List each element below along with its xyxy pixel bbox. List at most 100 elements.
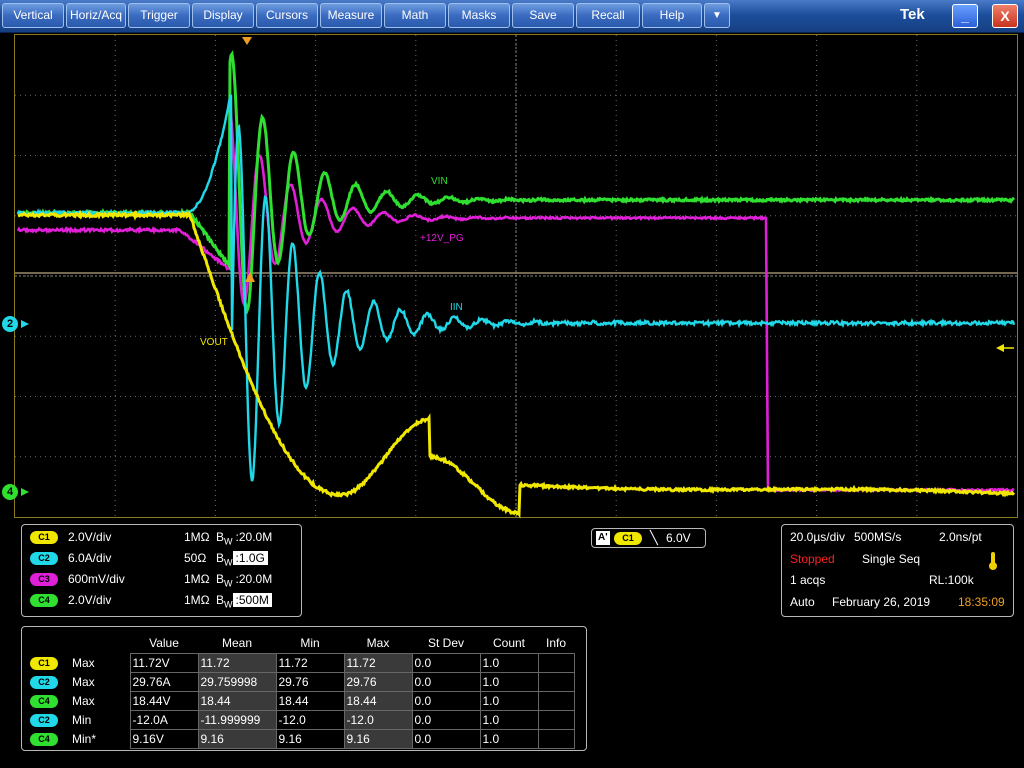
meas-mean: 9.16	[198, 730, 276, 749]
sample-rate: 500MS/s	[854, 530, 901, 544]
meas-type: Max	[70, 654, 130, 673]
meas-value: -12.0A	[130, 711, 198, 730]
meas-value: 9.16V	[130, 730, 198, 749]
col-stdev: St Dev	[412, 633, 480, 654]
acquisition-state: Stopped	[790, 552, 835, 566]
channel-impedance: 1MΩ	[184, 528, 210, 546]
table-row[interactable]: C1 Max 11.72V 11.72 11.72 11.72 0.0 1.0	[28, 654, 574, 673]
channel-row-c1[interactable]: C1 2.0V/div 1MΩ BW:20.0M	[30, 528, 58, 546]
meas-info	[538, 730, 574, 749]
ch2-arrow-icon	[21, 320, 29, 328]
channel-badge: C2	[30, 676, 58, 689]
meas-mean: 29.759998	[198, 673, 276, 692]
trigger-position-icon	[242, 37, 252, 45]
ch4-marker[interactable]: 4	[2, 484, 18, 500]
graticule-grid	[15, 35, 1017, 517]
table-row[interactable]: C4 Max 18.44V 18.44 18.44 18.44 0.0 1.0	[28, 692, 574, 711]
trigger-readout[interactable]: A' C1 ╲ 6.0V	[591, 528, 706, 548]
time: 18:35:09	[958, 595, 1005, 609]
meas-type: Min*	[70, 730, 130, 749]
acquisition-mode: Single Seq	[862, 552, 920, 566]
waveform-traces: VIN +12V_PG IIN VOUT	[0, 0, 1024, 520]
meas-min: 11.72	[276, 654, 344, 673]
label-iin: IIN	[450, 302, 463, 313]
meas-min: 9.16	[276, 730, 344, 749]
trigger-source-tag: A'	[596, 531, 610, 545]
ch4-arrow-icon	[21, 488, 29, 496]
meas-stdev: 0.0	[412, 692, 480, 711]
channel-badge: C4	[30, 733, 58, 746]
channel-settings-panel: C1 2.0V/div 1MΩ BW:20.0M C2 6.0A/div 50Ω…	[21, 524, 302, 617]
meas-stdev: 0.0	[412, 711, 480, 730]
meas-min: 18.44	[276, 692, 344, 711]
meas-info	[538, 692, 574, 711]
measurement-table: Value Mean Min Max St Dev Count Info C1 …	[28, 633, 575, 749]
channel-bandwidth: BW:20.0M	[216, 528, 275, 550]
label-vin: VIN	[431, 176, 448, 187]
meas-max: 29.76	[344, 673, 412, 692]
acquisition-count: 1 acqs	[790, 573, 825, 587]
col-mean: Mean	[198, 633, 276, 654]
meas-count: 1.0	[480, 654, 538, 673]
resolution: 2.0ns/pt	[939, 530, 982, 544]
meas-count: 1.0	[480, 730, 538, 749]
channel-scale: 2.0V/div	[68, 591, 111, 609]
channel-scale: 600mV/div	[68, 570, 125, 588]
channel-row-c3[interactable]: C3 600mV/div 1MΩ BW:20.0M	[30, 570, 58, 588]
measurement-header-row: Value Mean Min Max St Dev Count Info	[28, 633, 574, 654]
meas-count: 1.0	[480, 692, 538, 711]
trigger-slope-icon: ╲	[650, 530, 658, 546]
timebase: 20.0µs/div	[790, 530, 845, 544]
meas-mean: 11.72	[198, 654, 276, 673]
ch4-right-arrow-icon	[996, 344, 1004, 352]
meas-value: 11.72V	[130, 654, 198, 673]
channel-badge: C4	[30, 594, 58, 607]
meas-info	[538, 711, 574, 730]
col-info: Info	[538, 633, 574, 654]
channel-badge: C1	[30, 531, 58, 544]
channel-badge: C1	[30, 657, 58, 670]
table-row[interactable]: C4 Min* 9.16V 9.16 9.16 9.16 0.0 1.0	[28, 730, 574, 749]
col-min: Min	[276, 633, 344, 654]
table-row[interactable]: C2 Min -12.0A -11.999999 -12.0 -12.0 0.0…	[28, 711, 574, 730]
col-count: Count	[480, 633, 538, 654]
meas-min: -12.0	[276, 711, 344, 730]
meas-stdev: 0.0	[412, 730, 480, 749]
trigger-mode: Auto	[790, 595, 815, 609]
channel-row-c4[interactable]: C4 2.0V/div 1MΩ BW:500M	[30, 591, 58, 609]
channel-impedance: 1MΩ	[184, 591, 210, 609]
channel-scale: 6.0A/div	[68, 549, 111, 567]
meas-max: 11.72	[344, 654, 412, 673]
channel-bandwidth: BW:1.0G	[216, 549, 268, 571]
meas-info	[538, 654, 574, 673]
trigger-level: 6.0V	[666, 531, 691, 545]
meas-stdev: 0.0	[412, 654, 480, 673]
record-length: RL:100k	[929, 573, 974, 587]
channel-impedance: 50Ω	[184, 549, 206, 567]
meas-value: 29.76A	[130, 673, 198, 692]
meas-type: Min	[70, 711, 130, 730]
channel-badge: C2	[30, 552, 58, 565]
meas-type: Max	[70, 692, 130, 711]
col-max: Max	[344, 633, 412, 654]
col-value: Value	[130, 633, 198, 654]
measurement-panel[interactable]: Value Mean Min Max St Dev Count Info C1 …	[21, 626, 587, 751]
channel-badge: C4	[30, 695, 58, 708]
channel-badge: C2	[30, 714, 58, 727]
meas-count: 1.0	[480, 711, 538, 730]
meas-info	[538, 673, 574, 692]
label-vout: VOUT	[200, 337, 228, 348]
channel-impedance: 1MΩ	[184, 570, 210, 588]
meas-value: 18.44V	[130, 692, 198, 711]
meas-max: 18.44	[344, 692, 412, 711]
channel-bandwidth: BW:20.0M	[216, 570, 275, 592]
table-row[interactable]: C2 Max 29.76A 29.759998 29.76 29.76 0.0 …	[28, 673, 574, 692]
meas-stdev: 0.0	[412, 673, 480, 692]
channel-row-c2[interactable]: C2 6.0A/div 50Ω BW:1.0G	[30, 549, 58, 567]
trigger-source-badge: C1	[614, 532, 642, 545]
meas-mean: 18.44	[198, 692, 276, 711]
ch2-marker[interactable]: 2	[2, 316, 18, 332]
meas-count: 1.0	[480, 673, 538, 692]
channel-scale: 2.0V/div	[68, 528, 111, 546]
acquisition-panel[interactable]: 20.0µs/div 500MS/s 2.0ns/pt Stopped Sing…	[781, 524, 1014, 617]
